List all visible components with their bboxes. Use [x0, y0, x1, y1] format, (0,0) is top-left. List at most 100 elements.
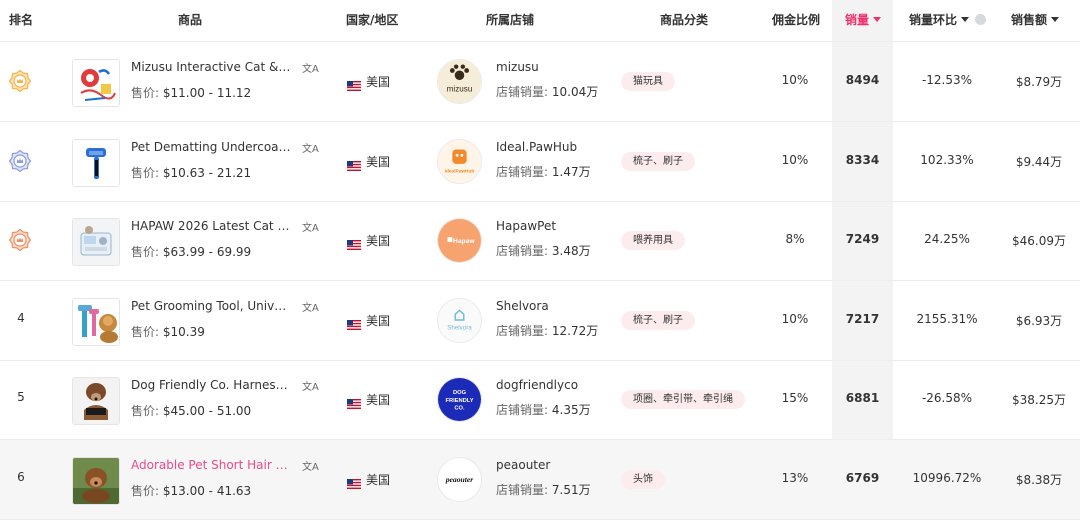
info-icon[interactable]	[975, 14, 987, 25]
sales-change: 10996.72%	[912, 471, 982, 485]
store-logo[interactable]: IdealPawHub	[437, 139, 482, 184]
table-row[interactable]: 6 Adorable Pet Short Hair Wig ... 文A 售价:…	[0, 440, 1080, 520]
svg-text:peaouter: peaouter	[445, 475, 475, 484]
store-logo[interactable]: peaouter	[437, 457, 482, 502]
table-row[interactable]: 4 Pet Grooming Tool, Universal... 文A 售价:…	[0, 281, 1080, 361]
product-price: 售价: $13.00 - 41.63	[131, 482, 251, 499]
commission-rate: 10%	[781, 153, 809, 167]
store-logo[interactable]: mizusu	[437, 59, 482, 104]
sales-change: -12.53%	[921, 73, 973, 87]
product-title-link[interactable]: Adorable Pet Short Hair Wig ...	[131, 458, 293, 472]
price-value: $11.00 - 11.12	[162, 86, 252, 100]
translate-icon[interactable]: 文A	[302, 60, 319, 75]
svg-text:DOG: DOG	[453, 390, 467, 396]
table-row[interactable]: Pet Dematting Undercoat Ra... 文A 售价: $10…	[0, 122, 1080, 202]
sort-desc-icon	[961, 17, 970, 22]
svg-text:IdealPawHub: IdealPawHub	[445, 168, 475, 174]
product-title-link[interactable]: Mizusu Interactive Cat & Do...	[131, 60, 293, 74]
store-name-link[interactable]: HapawPet	[496, 219, 556, 233]
store-logo[interactable]: DOG FRIENDLY CO.	[437, 377, 482, 422]
translate-icon[interactable]: 文A	[302, 378, 319, 393]
table-row[interactable]: 5 Dog Friendly Co. Harness - E... 文A 售价:…	[0, 360, 1080, 440]
category-tag[interactable]: 梳子、刷子	[621, 311, 695, 330]
store-name-link[interactable]: Ideal.PawHub	[496, 140, 577, 154]
table-row[interactable]: Mizusu Interactive Cat & Do... 文A 售价: $1…	[0, 42, 1080, 122]
store-name-link[interactable]: Shelvora	[496, 299, 549, 313]
sort-desc-icon	[873, 17, 882, 22]
col-category: 商品分类	[660, 13, 709, 27]
product-thumbnail[interactable]	[72, 59, 120, 107]
store-name-link[interactable]: mizusu	[496, 60, 539, 74]
product-title-link[interactable]: Pet Dematting Undercoat Ra...	[131, 140, 293, 154]
translate-icon[interactable]: 文A	[302, 458, 319, 473]
sales-count: 8494	[845, 73, 880, 87]
product-thumbnail[interactable]	[72, 377, 120, 425]
col-sales-sort[interactable]: 销量	[845, 0, 882, 41]
svg-text:Hapaw: Hapaw	[453, 238, 475, 245]
price-label: 售价:	[131, 166, 160, 180]
product-price: 售价: $10.63 - 21.21	[131, 164, 251, 181]
product-thumbnail[interactable]	[72, 218, 120, 266]
country-name: 美国	[366, 234, 391, 248]
revenue: $8.79万	[1015, 75, 1063, 89]
price-label: 售价:	[131, 325, 160, 339]
sales-count: 6769	[845, 471, 880, 485]
store-logo[interactable]: Shelvora	[437, 298, 482, 343]
price-value: $45.00 - 51.00	[162, 404, 252, 418]
revenue: $6.93万	[1015, 314, 1063, 328]
svg-text:Shelvora: Shelvora	[447, 325, 472, 332]
country-name: 美国	[366, 473, 391, 487]
rank-medal-silver-icon	[8, 149, 32, 173]
svg-text:CO.: CO.	[454, 406, 465, 412]
store-logo[interactable]: Hapaw	[437, 218, 482, 263]
category-tag[interactable]: 喂养用具	[621, 231, 685, 250]
col-sales-change-sort[interactable]: 销量环比	[909, 0, 987, 41]
sales-change: 2155.31%	[916, 312, 978, 326]
us-flag-icon	[347, 76, 361, 91]
revenue: $8.38万	[1015, 473, 1063, 487]
store-sales-label: 店铺销量:	[496, 244, 549, 258]
translate-icon[interactable]: 文A	[302, 140, 319, 155]
sales-count: 8334	[845, 153, 880, 167]
us-flag-icon	[347, 235, 361, 250]
col-rank: 排名	[9, 13, 34, 27]
country-name: 美国	[366, 75, 391, 89]
translate-icon[interactable]: 文A	[302, 219, 319, 234]
product-thumbnail[interactable]	[72, 457, 120, 505]
product-thumbnail[interactable]	[72, 298, 120, 346]
sales-change: -26.58%	[921, 391, 973, 405]
sales-ranking-table: 排名 商品 国家/地区 所属店铺 商品分类 佣金比例 销量 销量环比 销售额 M…	[0, 0, 1080, 520]
store-sales-value: 10.04万	[551, 85, 599, 99]
store-name-link[interactable]: dogfriendlyco	[496, 378, 578, 392]
price-value: $63.99 - 69.99	[162, 245, 252, 259]
col-product: 商品	[178, 13, 203, 27]
product-price: 售价: $10.39	[131, 323, 205, 340]
rank-number: 4	[17, 311, 25, 325]
category-tag[interactable]: 猫玩具	[621, 72, 675, 91]
category-tag[interactable]: 项圈、牵引带、牵引绳	[621, 390, 745, 409]
table-header: 排名 商品 国家/地区 所属店铺 商品分类 佣金比例 销量 销量环比 销售额	[0, 0, 1080, 42]
price-value: $13.00 - 41.63	[162, 484, 252, 498]
product-title-link[interactable]: Pet Grooming Tool, Universal...	[131, 299, 293, 313]
category-tag[interactable]: 头饰	[621, 470, 665, 489]
col-commission: 佣金比例	[772, 13, 821, 27]
country-name: 美国	[366, 393, 391, 407]
col-revenue-label: 销售额	[1011, 13, 1048, 27]
translate-icon[interactable]: 文A	[302, 299, 319, 314]
us-flag-icon	[347, 394, 361, 409]
sales-count: 6881	[845, 391, 880, 405]
store-sales-label: 店铺销量:	[496, 483, 549, 497]
commission-rate: 10%	[781, 312, 809, 326]
product-title-link[interactable]: Dog Friendly Co. Harness - E...	[131, 378, 293, 392]
table-row[interactable]: HAPAW 2026 Latest Cat Wat... 文A 售价: $63.…	[0, 201, 1080, 281]
revenue: $46.09万	[1012, 234, 1066, 248]
rank-medal-gold-icon	[8, 69, 32, 93]
sales-change: 24.25%	[924, 232, 970, 246]
us-flag-icon	[347, 315, 361, 330]
product-thumbnail[interactable]	[72, 139, 120, 187]
product-title-link[interactable]: HAPAW 2026 Latest Cat Wat...	[131, 219, 293, 233]
sort-desc-icon	[1051, 17, 1060, 22]
col-revenue-sort[interactable]: 销售额	[1011, 0, 1060, 41]
category-tag[interactable]: 梳子、刷子	[621, 152, 695, 171]
store-name-link[interactable]: peaouter	[496, 458, 550, 472]
